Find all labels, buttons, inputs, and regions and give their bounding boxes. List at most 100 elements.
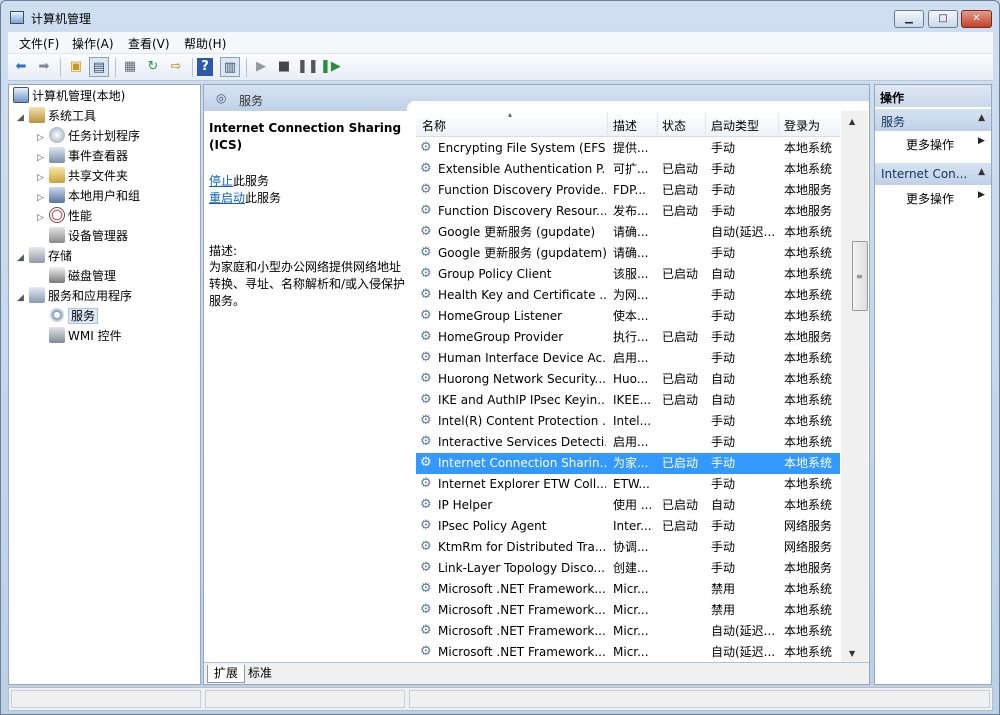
col-desc[interactable]: 描述 [613, 117, 637, 134]
menu-action[interactable]: 操作(A) [72, 35, 114, 52]
tree-local-users[interactable]: ▷ 本地用户和组 [37, 187, 140, 205]
maximize-button[interactable]: □ [928, 10, 958, 28]
tree-system-tools[interactable]: ◢ 系统工具 [17, 107, 96, 125]
gear-icon: ⚙ [420, 455, 432, 470]
table-row[interactable]: ⚙ Encrypting File System (EFS) 提供... 手动 本地系统 [416, 138, 840, 159]
table-row[interactable]: ⚙ Google 更新服务 (gupdate) 请确... 自动(延迟... 本地系统 [416, 222, 840, 243]
table-row[interactable]: ⚙ Microsoft .NET Framework... Micr... 禁用 本地系… [416, 600, 840, 621]
expanded-arrow-icon[interactable]: ◢ [17, 249, 29, 267]
stop-service-icon[interactable]: ■ [274, 57, 294, 77]
start-service-icon[interactable]: ▶ [251, 57, 271, 77]
collapsed-arrow-icon[interactable]: ▷ [37, 209, 49, 227]
table-row[interactable]: ⚙ Internet Connection Sharin... 为家... 已启动 手动… [416, 453, 840, 474]
stop-service-link[interactable]: 停止 [209, 174, 233, 188]
cell-desc: 提供... [613, 141, 649, 155]
tab-standard[interactable]: 标准 [242, 665, 278, 683]
table-row[interactable]: ⚙ Huorong Network Security... Huo... 已启动 自动 本… [416, 369, 840, 390]
table-row[interactable]: ⚙ Health Key and Certificate ... 为网... 手动 本地… [416, 285, 840, 306]
scroll-down-icon[interactable]: ▼ [849, 649, 855, 658]
tree-wmi[interactable]: WMI 控件 [49, 327, 122, 345]
tree-task-scheduler[interactable]: ▷ 任务计划程序 [37, 127, 140, 145]
table-row[interactable]: ⚙ Intel(R) Content Protection ... Intel...… [416, 411, 840, 432]
col-status[interactable]: 状态 [662, 117, 686, 134]
table-row[interactable]: ⚙ Function Discovery Resour... 发布... 已启动 手动 本… [416, 201, 840, 222]
help-icon[interactable]: ? [197, 58, 213, 76]
collapsed-arrow-icon[interactable]: ▷ [37, 149, 49, 167]
description-label: 描述: [209, 244, 238, 258]
cell-startup: 手动 [711, 561, 736, 575]
menu-view[interactable]: 查看(V) [128, 35, 170, 52]
table-row[interactable]: ⚙ Microsoft .NET Framework... Micr... 禁用 本地系… [416, 579, 840, 600]
back-icon[interactable]: ⬅ [11, 57, 31, 77]
table-row[interactable]: ⚙ Link-Layer Topology Disco... 创建... 手动 本地服务 [416, 558, 840, 579]
more-actions-2[interactable]: 更多操作 ▶ [906, 190, 985, 207]
status-cell-3 [409, 690, 990, 708]
collapse-icon[interactable]: ▲ [978, 113, 985, 123]
tree-shared-folders[interactable]: ▷ 共享文件夹 [37, 167, 128, 185]
vertical-scrollbar[interactable]: ▲ ≡ ▼ [841, 111, 868, 662]
col-name[interactable]: 名称 [422, 117, 446, 134]
tree-services-apps[interactable]: ◢ 服务和应用程序 [17, 287, 132, 305]
table-row[interactable]: ⚙ IKE and AuthIP IPsec Keyin... IKEE... 已启动… [416, 390, 840, 411]
table-row[interactable]: ⚙ HomeGroup Listener 使本... 手动 本地系统 [416, 306, 840, 327]
cell-status: 已启动 [662, 183, 699, 197]
table-row[interactable]: ⚙ KtmRm for Distributed Tra... 协调... 手动 网络服务 [416, 537, 840, 558]
expanded-arrow-icon[interactable]: ◢ [17, 289, 29, 307]
table-row[interactable]: ⚙ Function Discovery Provide... FDP... 已启动手… [416, 180, 840, 201]
export-list-icon[interactable]: ⇨ [166, 57, 186, 77]
table-row[interactable]: ⚙ Microsoft .NET Framework... Micr... 自动(延迟… [416, 621, 840, 642]
table-row[interactable]: ⚙ Interactive Services Detecti... 启用... 手动 本… [416, 432, 840, 453]
col-startup[interactable]: 启动类型 [711, 117, 759, 134]
pause-service-icon[interactable]: ❚❚ [297, 57, 319, 77]
cell-logon: 本地系统 [784, 246, 833, 260]
collapse-icon[interactable]: ▲ [978, 167, 985, 177]
cell-status: 已启动 [662, 372, 699, 386]
cell-desc: 发布... [613, 204, 649, 218]
table-row[interactable]: ⚙ IPsec Policy Agent Inter... 已启动 手动 网络服务 [416, 516, 840, 537]
tree-device-manager[interactable]: 设备管理器 [49, 227, 128, 245]
forward-icon[interactable]: ➡ [34, 57, 54, 77]
refresh-icon[interactable]: ↻ [143, 57, 163, 77]
tree-storage[interactable]: ◢ 存储 [17, 247, 72, 265]
tree-root[interactable]: 计算机管理(本地) [13, 87, 125, 105]
close-button[interactable]: ✕ [961, 10, 992, 28]
table-row[interactable]: ⚙ Google 更新服务 (gupdatem) 请确... 手动 本地系统 [416, 243, 840, 264]
table-row[interactable]: ⚙ Human Interface Device Ac... 启用... 手动 本地系统 [416, 348, 840, 369]
tree-disk-management[interactable]: 磁盘管理 [49, 267, 116, 285]
tree-event-viewer[interactable]: ▷ 事件查看器 [37, 147, 128, 165]
actions-section-ics[interactable]: Internet Con... ▲ [875, 163, 991, 185]
up-icon[interactable]: ▣ [66, 57, 86, 77]
scroll-up-icon[interactable]: ▲ [849, 117, 855, 126]
minimize-button[interactable]: ▁ [894, 10, 924, 28]
cell-startup: 自动 [711, 267, 736, 281]
table-row[interactable]: ⚙ Microsoft .NET Framework... Micr... 自动(延迟… [416, 642, 840, 662]
cell-startup: 自动(延迟... [711, 624, 775, 638]
export-icon[interactable]: ▦ [120, 57, 140, 77]
cell-logon: 本地系统 [784, 393, 833, 407]
cell-logon: 本地系统 [784, 582, 833, 596]
show-action-pane-icon[interactable]: ▥ [220, 57, 240, 77]
expanded-arrow-icon[interactable]: ◢ [17, 109, 29, 127]
table-row[interactable]: ⚙ HomeGroup Provider 执行... 已启动 手动 本地服务 [416, 327, 840, 348]
table-row[interactable]: ⚙ Internet Explorer ETW Coll... ETW... 手动 本地… [416, 474, 840, 495]
tree-services[interactable]: 服务 [49, 307, 99, 325]
col-logon[interactable]: 登录为 [784, 117, 820, 134]
show-tree-icon[interactable]: ▤ [89, 57, 109, 77]
menu-help[interactable]: 帮助(H) [184, 35, 226, 52]
tree-performance[interactable]: ▷ 性能 [37, 207, 92, 225]
collapsed-arrow-icon[interactable]: ▷ [37, 129, 49, 147]
restart-service-icon[interactable]: ❚▶ [320, 57, 341, 77]
more-actions-1[interactable]: 更多操作 ▶ [906, 136, 985, 153]
table-row[interactable]: ⚙ Extensible Authentication P... 可扩... 已启动手… [416, 159, 840, 180]
actions-section-services[interactable]: 服务 ▲ [875, 109, 991, 131]
collapsed-arrow-icon[interactable]: ▷ [37, 169, 49, 187]
menu-file[interactable]: 文件(F) [19, 35, 59, 52]
gear-icon: ⚙ [420, 518, 432, 533]
tab-extended[interactable]: 扩展 [207, 665, 246, 683]
table-row[interactable]: ⚙ Group Policy Client 该服... 已启动 自动 本地系统 [416, 264, 840, 285]
restart-service-link[interactable]: 重启动 [209, 191, 245, 205]
selected-service-title: Internet Connection Sharing (ICS) [209, 121, 402, 152]
scroll-thumb[interactable]: ≡ [852, 241, 868, 311]
collapsed-arrow-icon[interactable]: ▷ [37, 189, 49, 207]
table-row[interactable]: ⚙ IP Helper 使用 ... 已启动 自动 本地系统 [416, 495, 840, 516]
